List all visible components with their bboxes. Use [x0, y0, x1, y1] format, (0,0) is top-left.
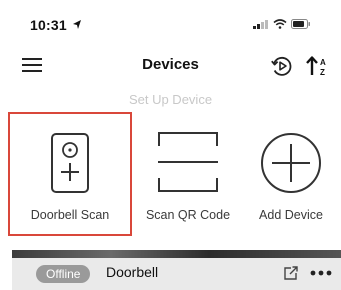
add-device-label: Add Device [259, 208, 323, 222]
device-card[interactable]: Offline Doorbell [12, 250, 341, 290]
share-icon[interactable] [282, 264, 300, 282]
svg-text:Z: Z [320, 68, 325, 77]
playback-icon[interactable] [270, 54, 294, 78]
doorbell-scan-label: Doorbell Scan [30, 208, 110, 222]
sort-az-icon[interactable]: A Z [304, 54, 330, 78]
wifi-icon [273, 19, 287, 29]
scan-qr-option[interactable]: Scan QR Code [130, 112, 246, 236]
status-badge: Offline [36, 265, 91, 283]
device-thumbnail-strip [12, 250, 341, 258]
nav-header: Devices A Z [0, 46, 341, 86]
location-arrow-icon [73, 20, 81, 29]
status-bar: 10:31 [0, 0, 341, 46]
scan-qr-label: Scan QR Code [145, 208, 231, 222]
signal-icon [253, 20, 268, 29]
qr-scan-icon [158, 132, 218, 192]
more-dots-svg [310, 270, 332, 276]
status-icons [253, 19, 311, 29]
doorbell-scan-option[interactable]: Doorbell Scan [8, 112, 132, 236]
plus-circle-icon [261, 133, 321, 193]
device-name: Doorbell [106, 264, 159, 280]
status-time: 10:31 [30, 17, 67, 33]
doorbell-icon [51, 133, 89, 193]
setup-subtitle: Set Up Device [128, 92, 213, 107]
battery-icon [291, 19, 310, 29]
more-dots-icon[interactable] [308, 264, 334, 282]
svg-text:A: A [320, 58, 326, 67]
add-device-option[interactable]: Add Device [232, 112, 341, 236]
device-row: Offline Doorbell [12, 258, 341, 290]
